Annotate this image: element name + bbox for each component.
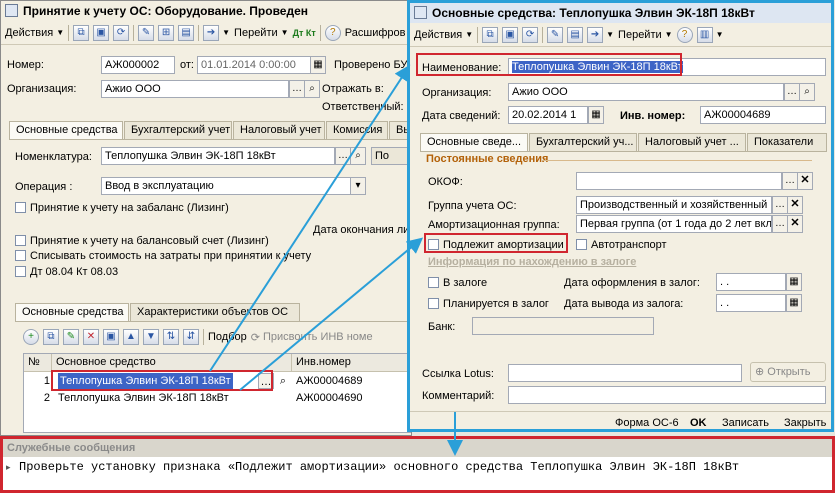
arrow-row-to-name — [209, 64, 411, 372]
arrow-row-to-amortization — [239, 237, 424, 391]
annotation-arrows — [209, 64, 463, 456]
